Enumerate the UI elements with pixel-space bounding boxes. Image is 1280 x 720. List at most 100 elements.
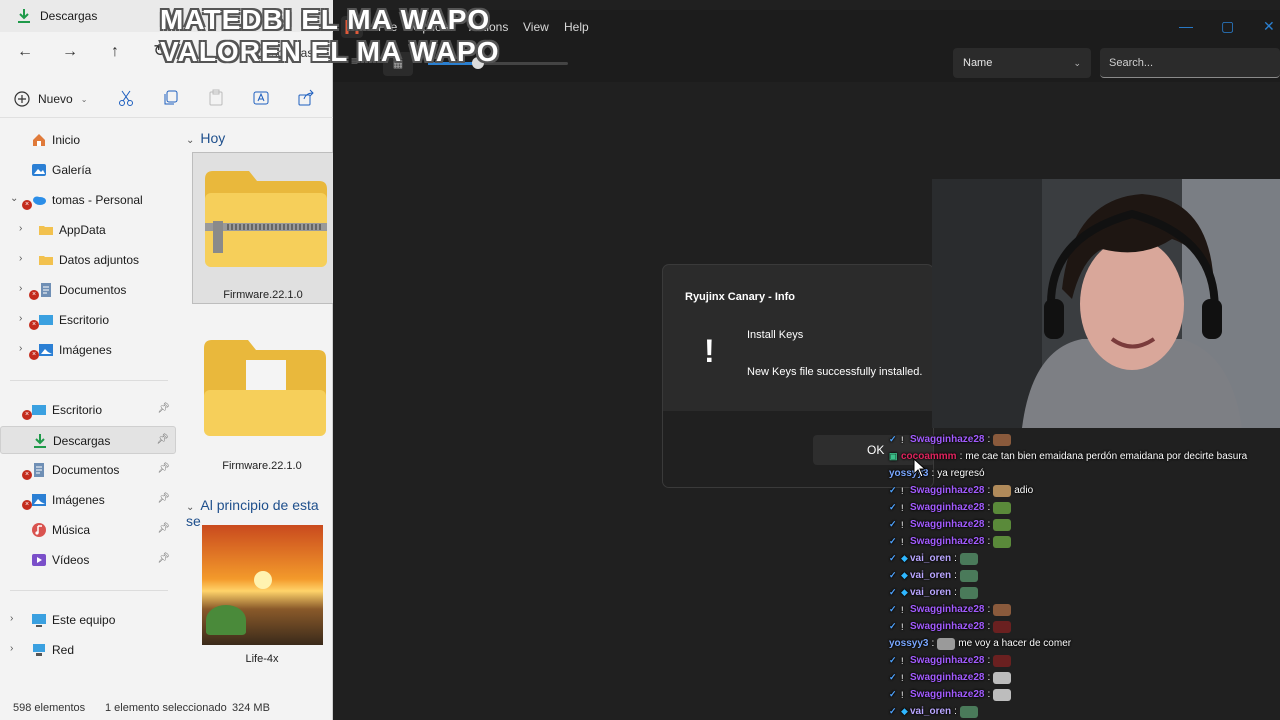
sidebar-item-videos[interactable]: Vídeos 📌︎ <box>0 546 176 574</box>
chat-username: Swagginhaze28 <box>910 672 985 683</box>
back-arrow-icon[interactable]: ← <box>15 42 35 62</box>
file-tile[interactable]: Life-4x <box>192 522 334 674</box>
file-tile[interactable]: Firmware.22.1.0 <box>192 152 334 304</box>
sidebar-item-red[interactable]: › Red <box>0 636 176 664</box>
sidebar-item-datos-adjuntos[interactable]: › Datos adjuntos <box>0 246 176 274</box>
sidebar-item-label: Este equipo <box>52 613 116 627</box>
exclamation-badge-icon: ! <box>901 604 904 615</box>
sub-badge-icon: ▣ <box>889 451 898 461</box>
folder-icon <box>39 226 53 235</box>
chevron-right-icon[interactable]: › <box>19 223 22 234</box>
dialog-heading: Install Keys <box>747 329 804 341</box>
chevron-down-icon: ⌄ <box>80 94 88 104</box>
mouse-cursor-icon <box>913 458 927 478</box>
sidebar-item-appdata[interactable]: › AppData <box>0 216 176 244</box>
vip-badge-icon: ◆ <box>901 570 908 580</box>
cut-icon[interactable] <box>117 89 135 107</box>
forward-arrow-icon[interactable]: → <box>60 42 80 62</box>
chevron-right-icon[interactable]: › <box>19 253 22 264</box>
sidebar-item-inicio[interactable]: Inicio <box>0 126 176 154</box>
paste-icon[interactable] <box>207 89 225 107</box>
chevron-down-icon: ⌄ <box>1073 58 1081 68</box>
pin-icon[interactable]: 📌︎ <box>157 553 170 564</box>
chat-text: ya regresó <box>937 468 985 479</box>
frog-shape <box>206 605 246 635</box>
navigation-pane: Inicio Galería ⌄ × tomas - Personal › Ap… <box>0 122 180 692</box>
emote-icon <box>937 637 956 650</box>
chat-username: Swagginhaze28 <box>910 621 985 632</box>
exclamation-badge-icon: ! <box>901 434 904 445</box>
webcam-overlay <box>932 179 1280 428</box>
file-tile[interactable]: Firmware.22.1.0 <box>192 322 334 474</box>
chat-username: Swagginhaze28 <box>910 485 985 496</box>
copy-icon[interactable] <box>162 89 180 107</box>
sidebar-item-este-equipo[interactable]: › Este equipo <box>0 606 176 634</box>
sort-dropdown[interactable]: Name ⌄ <box>953 48 1091 78</box>
chevron-right-icon[interactable]: › <box>10 643 13 654</box>
chevron-right-icon[interactable]: › <box>19 283 22 294</box>
sidebar-item-documentos-onedrive[interactable]: › × Documentos <box>0 276 176 304</box>
new-button[interactable]: Nuevo ⌄ <box>14 88 87 110</box>
chevron-right-icon[interactable]: › <box>10 613 13 624</box>
chevron-down-icon[interactable]: ⌄ <box>10 193 18 204</box>
chat-message: yossyy3: me voy a hacer de comer <box>889 635 1071 652</box>
onedrive-icon <box>33 196 46 205</box>
pin-icon[interactable]: 📌︎ <box>157 463 170 474</box>
explorer-command-bar: Nuevo ⌄ <box>0 78 333 118</box>
folder-icon <box>39 256 53 265</box>
overlay-line-2: VALOREN EL MA WAPO <box>160 36 500 67</box>
selection-size: 324 MB <box>232 702 270 714</box>
rename-icon[interactable] <box>252 89 270 107</box>
sidebar-item-escritorio-onedrive[interactable]: › × Escritorio <box>0 306 176 334</box>
chat-colon: : <box>954 706 957 717</box>
search-input[interactable]: Search... <box>1100 48 1280 78</box>
chevron-right-icon[interactable]: › <box>19 343 22 354</box>
sidebar-item-musica[interactable]: Música 📌︎ <box>0 516 176 544</box>
sidebar-item-galeria[interactable]: Galería <box>0 156 176 184</box>
sync-error-badge: × <box>22 200 32 210</box>
file-name: Firmware.22.1.0 <box>223 289 303 301</box>
chat-message: ✓ ◆ vai_oren: <box>889 550 978 567</box>
network-icon <box>33 644 45 656</box>
pin-icon[interactable]: 📌︎ <box>157 493 170 504</box>
pin-icon[interactable]: 📌︎ <box>157 523 170 534</box>
file-explorer-window: Descargas ← → ↑ ↻ Descargas Nuevo ⌄ Inic… <box>0 0 334 720</box>
downloads-icon <box>34 434 46 448</box>
streamer-webcam-image <box>932 179 1280 428</box>
minimize-icon[interactable]: — <box>1179 18 1193 34</box>
sidebar-item-imagenes[interactable]: × Imágenes 📌︎ <box>0 486 176 514</box>
documents-icon <box>41 283 51 297</box>
sidebar-item-label: Datos adjuntos <box>59 253 140 267</box>
dialog-message: New Keys file successfully installed. <box>747 366 923 378</box>
chevron-down-icon: ⌄ <box>186 135 195 146</box>
share-icon[interactable] <box>297 89 315 107</box>
sidebar-item-descargas[interactable]: Descargas 📌︎ <box>0 426 176 454</box>
chat-message: ✓! Swagginhaze28: <box>889 686 1012 703</box>
chat-text: adio <box>1014 485 1034 496</box>
chat-colon: : <box>987 672 991 683</box>
pin-icon[interactable]: 📌︎ <box>157 403 170 414</box>
emote-icon <box>993 501 1012 514</box>
menu-help[interactable]: Help <box>564 20 589 34</box>
sync-error-badge: × <box>29 350 39 360</box>
emote-icon <box>959 705 978 718</box>
chat-colon: : <box>987 536 991 547</box>
sidebar-divider <box>10 380 168 381</box>
sidebar-item-escritorio[interactable]: × Escritorio 📌︎ <box>0 396 176 424</box>
chevron-right-icon[interactable]: › <box>19 313 22 324</box>
check-badge-icon: ✓ <box>889 553 897 563</box>
sidebar-item-onedrive[interactable]: ⌄ × tomas - Personal <box>0 186 176 214</box>
exclamation-badge-icon: ! <box>901 502 904 513</box>
sidebar-item-label: Imágenes <box>52 493 105 507</box>
sidebar-item-documentos[interactable]: × Documentos 📌︎ <box>0 456 176 484</box>
new-button-label: Nuevo <box>38 92 73 106</box>
close-icon[interactable]: ✕ <box>1263 18 1275 35</box>
chat-username: Swagginhaze28 <box>910 502 985 513</box>
dialog-title: Ryujinx Canary - Info <box>685 291 796 303</box>
pin-icon[interactable]: 📌︎ <box>156 434 169 445</box>
maximize-icon[interactable]: ▢ <box>1221 18 1234 35</box>
sidebar-item-imagenes-onedrive[interactable]: › × Imágenes <box>0 336 176 364</box>
group-header-hoy[interactable]: ⌄ Hoy <box>186 130 225 146</box>
check-badge-icon: ✓ <box>889 706 897 716</box>
up-arrow-icon[interactable]: ↑ <box>105 42 125 62</box>
